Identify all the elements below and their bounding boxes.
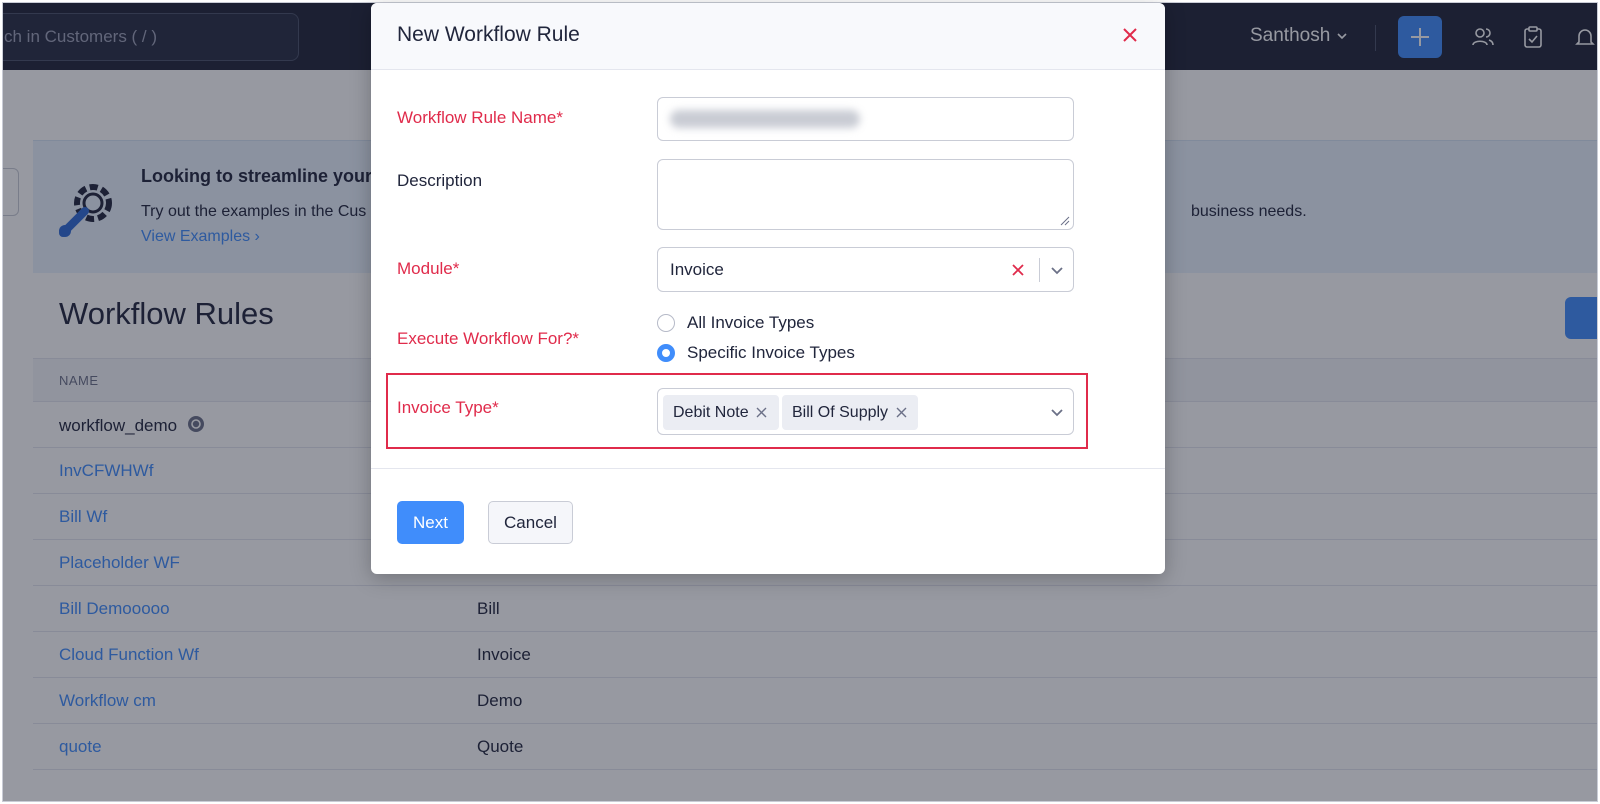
- chevron-down-icon[interactable]: [1047, 402, 1067, 422]
- blurred-value: [670, 110, 860, 128]
- radio-specific-invoice-types[interactable]: Specific Invoice Types: [657, 343, 855, 363]
- radio-label: Specific Invoice Types: [687, 343, 855, 362]
- execute-for-label: Execute Workflow For?*: [397, 329, 580, 348]
- dialog-title: New Workflow Rule: [397, 23, 580, 46]
- chip-label: Debit Note: [673, 403, 749, 421]
- resize-grip-icon[interactable]: [1060, 216, 1070, 226]
- invoice-type-multiselect[interactable]: Debit Note Bill Of Supply: [657, 388, 1074, 435]
- remove-chip-icon[interactable]: [755, 406, 769, 420]
- rule-name-label: Workflow Rule Name*: [397, 108, 563, 127]
- chip-bill-of-supply: Bill Of Supply: [782, 395, 919, 430]
- chip-debit-note: Debit Note: [663, 395, 779, 430]
- radio-button-checked[interactable]: [657, 344, 675, 362]
- description-textarea[interactable]: [657, 159, 1074, 230]
- new-workflow-rule-dialog: New Workflow Rule Workflow Rule Name* De…: [371, 3, 1165, 574]
- chevron-down-icon[interactable]: [1047, 260, 1067, 280]
- cancel-button[interactable]: Cancel: [488, 501, 573, 544]
- dialog-footer-divider: [371, 468, 1165, 469]
- module-selected-value: Invoice: [670, 260, 724, 279]
- dialog-header: New Workflow Rule: [371, 3, 1165, 70]
- radio-button[interactable]: [657, 314, 675, 332]
- close-icon[interactable]: [1118, 23, 1142, 47]
- next-button[interactable]: Next: [397, 501, 464, 544]
- description-label: Description: [397, 171, 483, 190]
- radio-all-invoice-types[interactable]: All Invoice Types: [657, 313, 814, 333]
- clear-icon[interactable]: [1008, 260, 1028, 280]
- chip-label: Bill Of Supply: [792, 403, 889, 421]
- select-separator: [1039, 258, 1040, 282]
- module-label: Module*: [397, 259, 460, 278]
- radio-label: All Invoice Types: [687, 313, 815, 332]
- module-select[interactable]: Invoice: [657, 247, 1074, 292]
- rule-name-input[interactable]: [657, 97, 1074, 141]
- invoice-type-label: Invoice Type*: [397, 398, 499, 417]
- remove-chip-icon[interactable]: [894, 406, 908, 420]
